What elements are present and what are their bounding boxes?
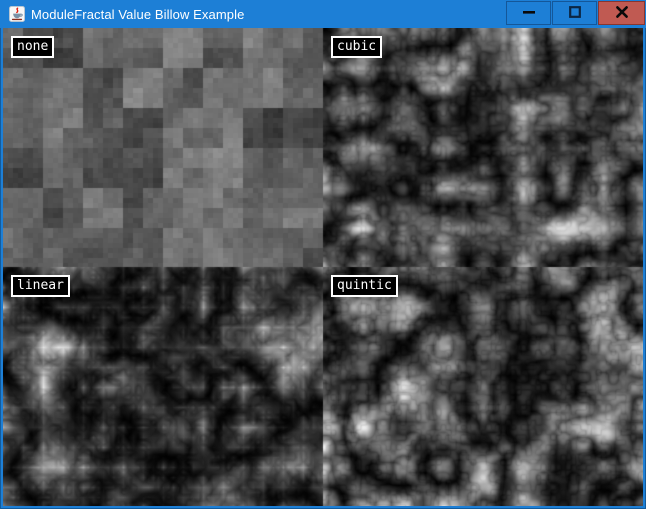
panel-label-cubic: cubic: [331, 36, 382, 58]
app-window: ModuleFractal Value Billow Example: [0, 0, 646, 509]
noise-grid: none cubic linear quintic: [3, 28, 643, 506]
close-button[interactable]: [598, 1, 645, 25]
java-coffee-cup-icon: [9, 6, 25, 22]
close-icon: [615, 5, 629, 22]
maximize-button[interactable]: [552, 1, 597, 25]
noise-canvas: [3, 28, 643, 506]
maximize-icon: [568, 5, 582, 22]
window-controls: [506, 1, 645, 25]
window-title: ModuleFractal Value Billow Example: [31, 7, 244, 22]
panel-label-none: none: [11, 36, 54, 58]
panel-label-linear: linear: [11, 275, 70, 297]
minimize-icon: [522, 5, 536, 22]
minimize-button[interactable]: [506, 1, 551, 25]
titlebar[interactable]: ModuleFractal Value Billow Example: [0, 0, 646, 28]
panel-label-quintic: quintic: [331, 275, 398, 297]
